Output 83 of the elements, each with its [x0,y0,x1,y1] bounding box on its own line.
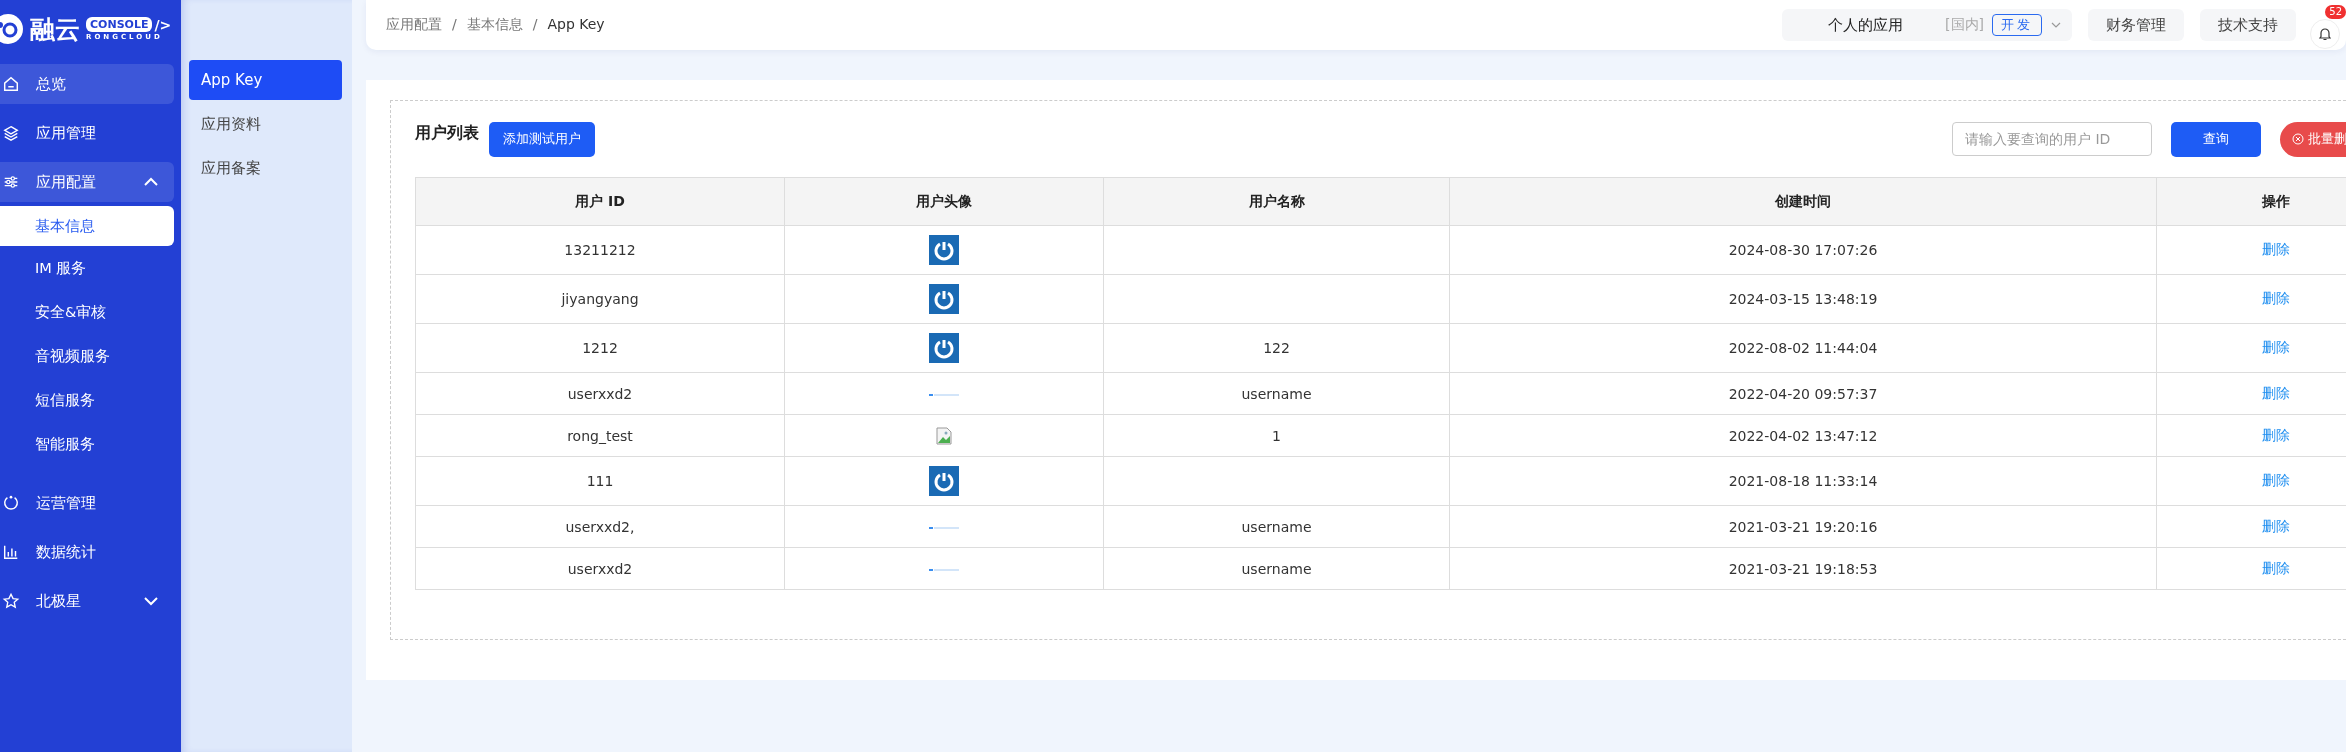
sidebar-subitem[interactable]: 基本信息 [0,206,174,246]
broken-image-icon [936,426,952,445]
delete-link[interactable]: 删除 [2262,241,2290,257]
sidebar-item[interactable]: 运营管理 [0,483,174,523]
close-circle-icon [2292,133,2304,145]
section-title: 用户列表 [415,122,479,144]
ring-icon [2,494,20,512]
topbar-button[interactable]: 财务管理 [2088,9,2184,41]
table-cell: rong_test [415,414,785,457]
sidebar-subitem[interactable]: 智能服务 [0,422,174,466]
sidebar-item[interactable]: 北极星 [0,581,174,621]
table-cell: 2021-03-21 19:20:16 [1449,505,2157,548]
banner-image-icon [929,525,959,530]
table-cell: 1212 [415,323,785,373]
power-logo-icon [929,466,959,496]
column-header: 用户 ID [415,177,785,226]
table-cell: 2021-08-18 11:33:14 [1449,456,2157,506]
table-cell: userxxd2 [415,547,785,590]
sidebar-item[interactable]: 应用配置 [0,162,174,202]
star-icon [2,592,20,610]
table-cell: 122 [1103,323,1450,373]
bar-chart-icon [2,543,20,561]
table-cell: username [1103,372,1450,415]
delete-link[interactable]: 删除 [2262,559,2290,576]
home-icon [2,75,20,93]
table-cell: 13211212 [415,225,785,275]
table-cell: 111 [415,456,785,506]
table-cell: 2021-03-21 19:18:53 [1449,547,2157,590]
breadcrumb-separator: / [532,16,538,34]
banner-image-icon [929,567,959,572]
table-cell: userxxd2, [415,505,785,548]
breadcrumb-item[interactable]: 基本信息 [466,16,523,34]
table-cell: 2022-04-20 09:57:37 [1449,372,2157,415]
bell-icon [2317,26,2333,42]
region-label: [国内] [1945,16,1984,34]
column-header: 创建时间 [1449,177,2157,226]
column-header: 操作 [2156,177,2346,226]
table-cell: 2024-03-15 13:48:19 [1449,274,2157,324]
sidebar-subitem[interactable]: 音视频服务 [0,334,174,378]
breadcrumb-item[interactable]: 应用配置 [386,16,442,34]
delete-link[interactable]: 删除 [2262,384,2290,401]
sidebar-subitem[interactable]: 安全&审核 [0,290,174,334]
delete-link[interactable]: 删除 [2262,517,2290,534]
notification-count: 52 [2325,5,2346,19]
batch-delete-button[interactable]: 批量删 [2280,121,2346,157]
subnav-item[interactable]: App Key [189,60,342,100]
delete-link[interactable]: 删除 [2262,426,2290,443]
environment-tag: 开发 [1992,14,2042,36]
search-field[interactable]: 请输入要查询的用户 ID [1952,122,2152,156]
table-cell: userxxd2 [415,372,785,415]
delete-link[interactable]: 删除 [2262,472,2290,488]
add-test-user-button[interactable]: 添加测试用户 [489,121,595,157]
breadcrumb-separator: / [452,16,457,34]
layers-icon [2,124,20,142]
logo-text: 融云 [30,13,80,46]
table-cell: 2022-08-02 11:44:04 [1449,323,2157,373]
power-logo-icon [929,333,959,363]
app-switcher[interactable]: 个人的应用 [国内] 开发 [1782,9,2072,41]
subnav-item[interactable]: 应用备案 [189,148,342,188]
console-badge: CONSOLE [86,17,153,32]
table-cell: 2024-08-30 17:07:26 [1449,225,2157,275]
table-cell: username [1103,547,1450,590]
subnav-item[interactable]: 应用资料 [189,104,342,144]
query-button[interactable]: 查询 [2171,121,2261,157]
sidebar-item[interactable]: 总览 [0,64,174,104]
column-header: 用户头像 [784,177,1104,226]
table-cell: username [1103,505,1450,548]
power-logo-icon [929,284,959,314]
sidebar-item[interactable]: 数据统计 [0,532,174,572]
column-header: 用户名称 [1103,177,1450,226]
sidebar-subitem[interactable]: 短信服务 [0,378,174,422]
power-logo-icon [929,235,959,265]
sidebar-subitem[interactable]: IM 服务 [0,246,174,290]
topbar-button[interactable]: 技术支持 [2200,9,2296,41]
delete-link[interactable]: 删除 [2262,339,2290,355]
table-cell: 2022-04-02 13:47:12 [1449,414,2157,457]
breadcrumb-item: App Key [547,16,605,34]
table-cell: jiyangyang [415,274,785,324]
delete-link[interactable]: 删除 [2262,290,2290,306]
banner-image-icon [929,392,959,397]
table-cell: 1 [1103,414,1450,457]
code-mark: /> [154,17,172,32]
sidebar-item[interactable]: 应用管理 [0,113,174,153]
